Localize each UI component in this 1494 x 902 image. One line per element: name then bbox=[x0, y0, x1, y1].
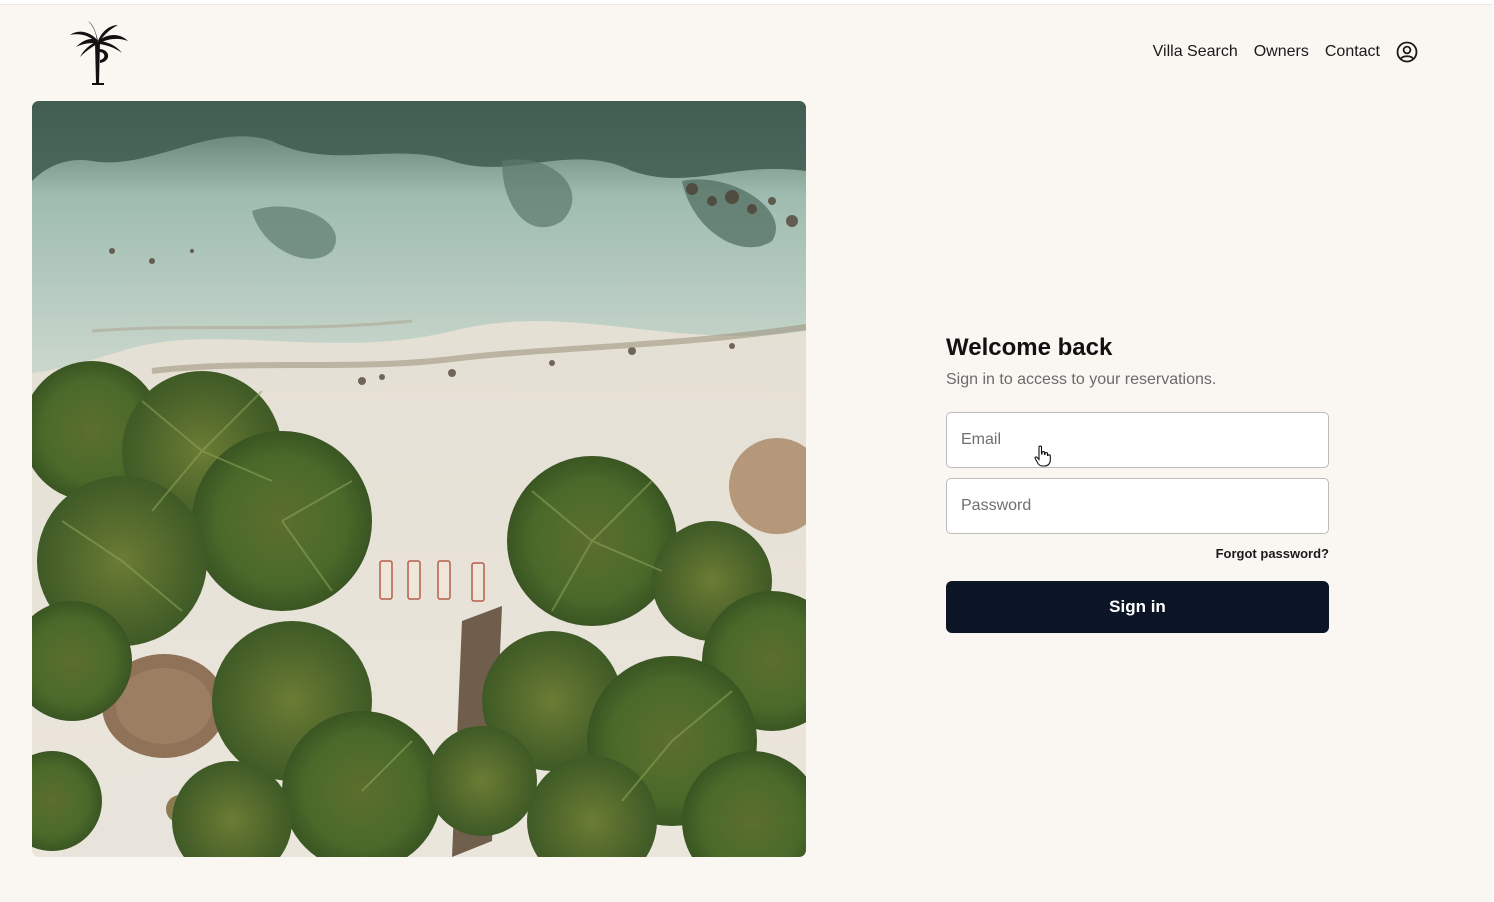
page: Villa Search Owners Contact Welcome back… bbox=[0, 4, 1492, 902]
top-navigation: Villa Search Owners Contact bbox=[1153, 41, 1418, 63]
aerial-beach-photo bbox=[32, 101, 806, 857]
sign-in-button[interactable]: Sign in bbox=[946, 581, 1329, 633]
login-title: Welcome back bbox=[946, 334, 1113, 361]
forgot-password-link[interactable]: Forgot password? bbox=[946, 546, 1329, 561]
password-field[interactable] bbox=[946, 478, 1329, 534]
email-field[interactable] bbox=[946, 412, 1329, 468]
nav-link-villa-search[interactable]: Villa Search bbox=[1153, 43, 1238, 61]
palm-tree-logo-icon[interactable] bbox=[66, 21, 130, 86]
login-subtitle: Sign in to access to your reservations. bbox=[946, 371, 1217, 388]
login-form: Welcome back Sign in to access to your r… bbox=[946, 332, 1329, 633]
user-circle-icon[interactable] bbox=[1396, 41, 1418, 63]
nav-link-contact[interactable]: Contact bbox=[1325, 43, 1380, 61]
nav-link-owners[interactable]: Owners bbox=[1254, 43, 1309, 61]
